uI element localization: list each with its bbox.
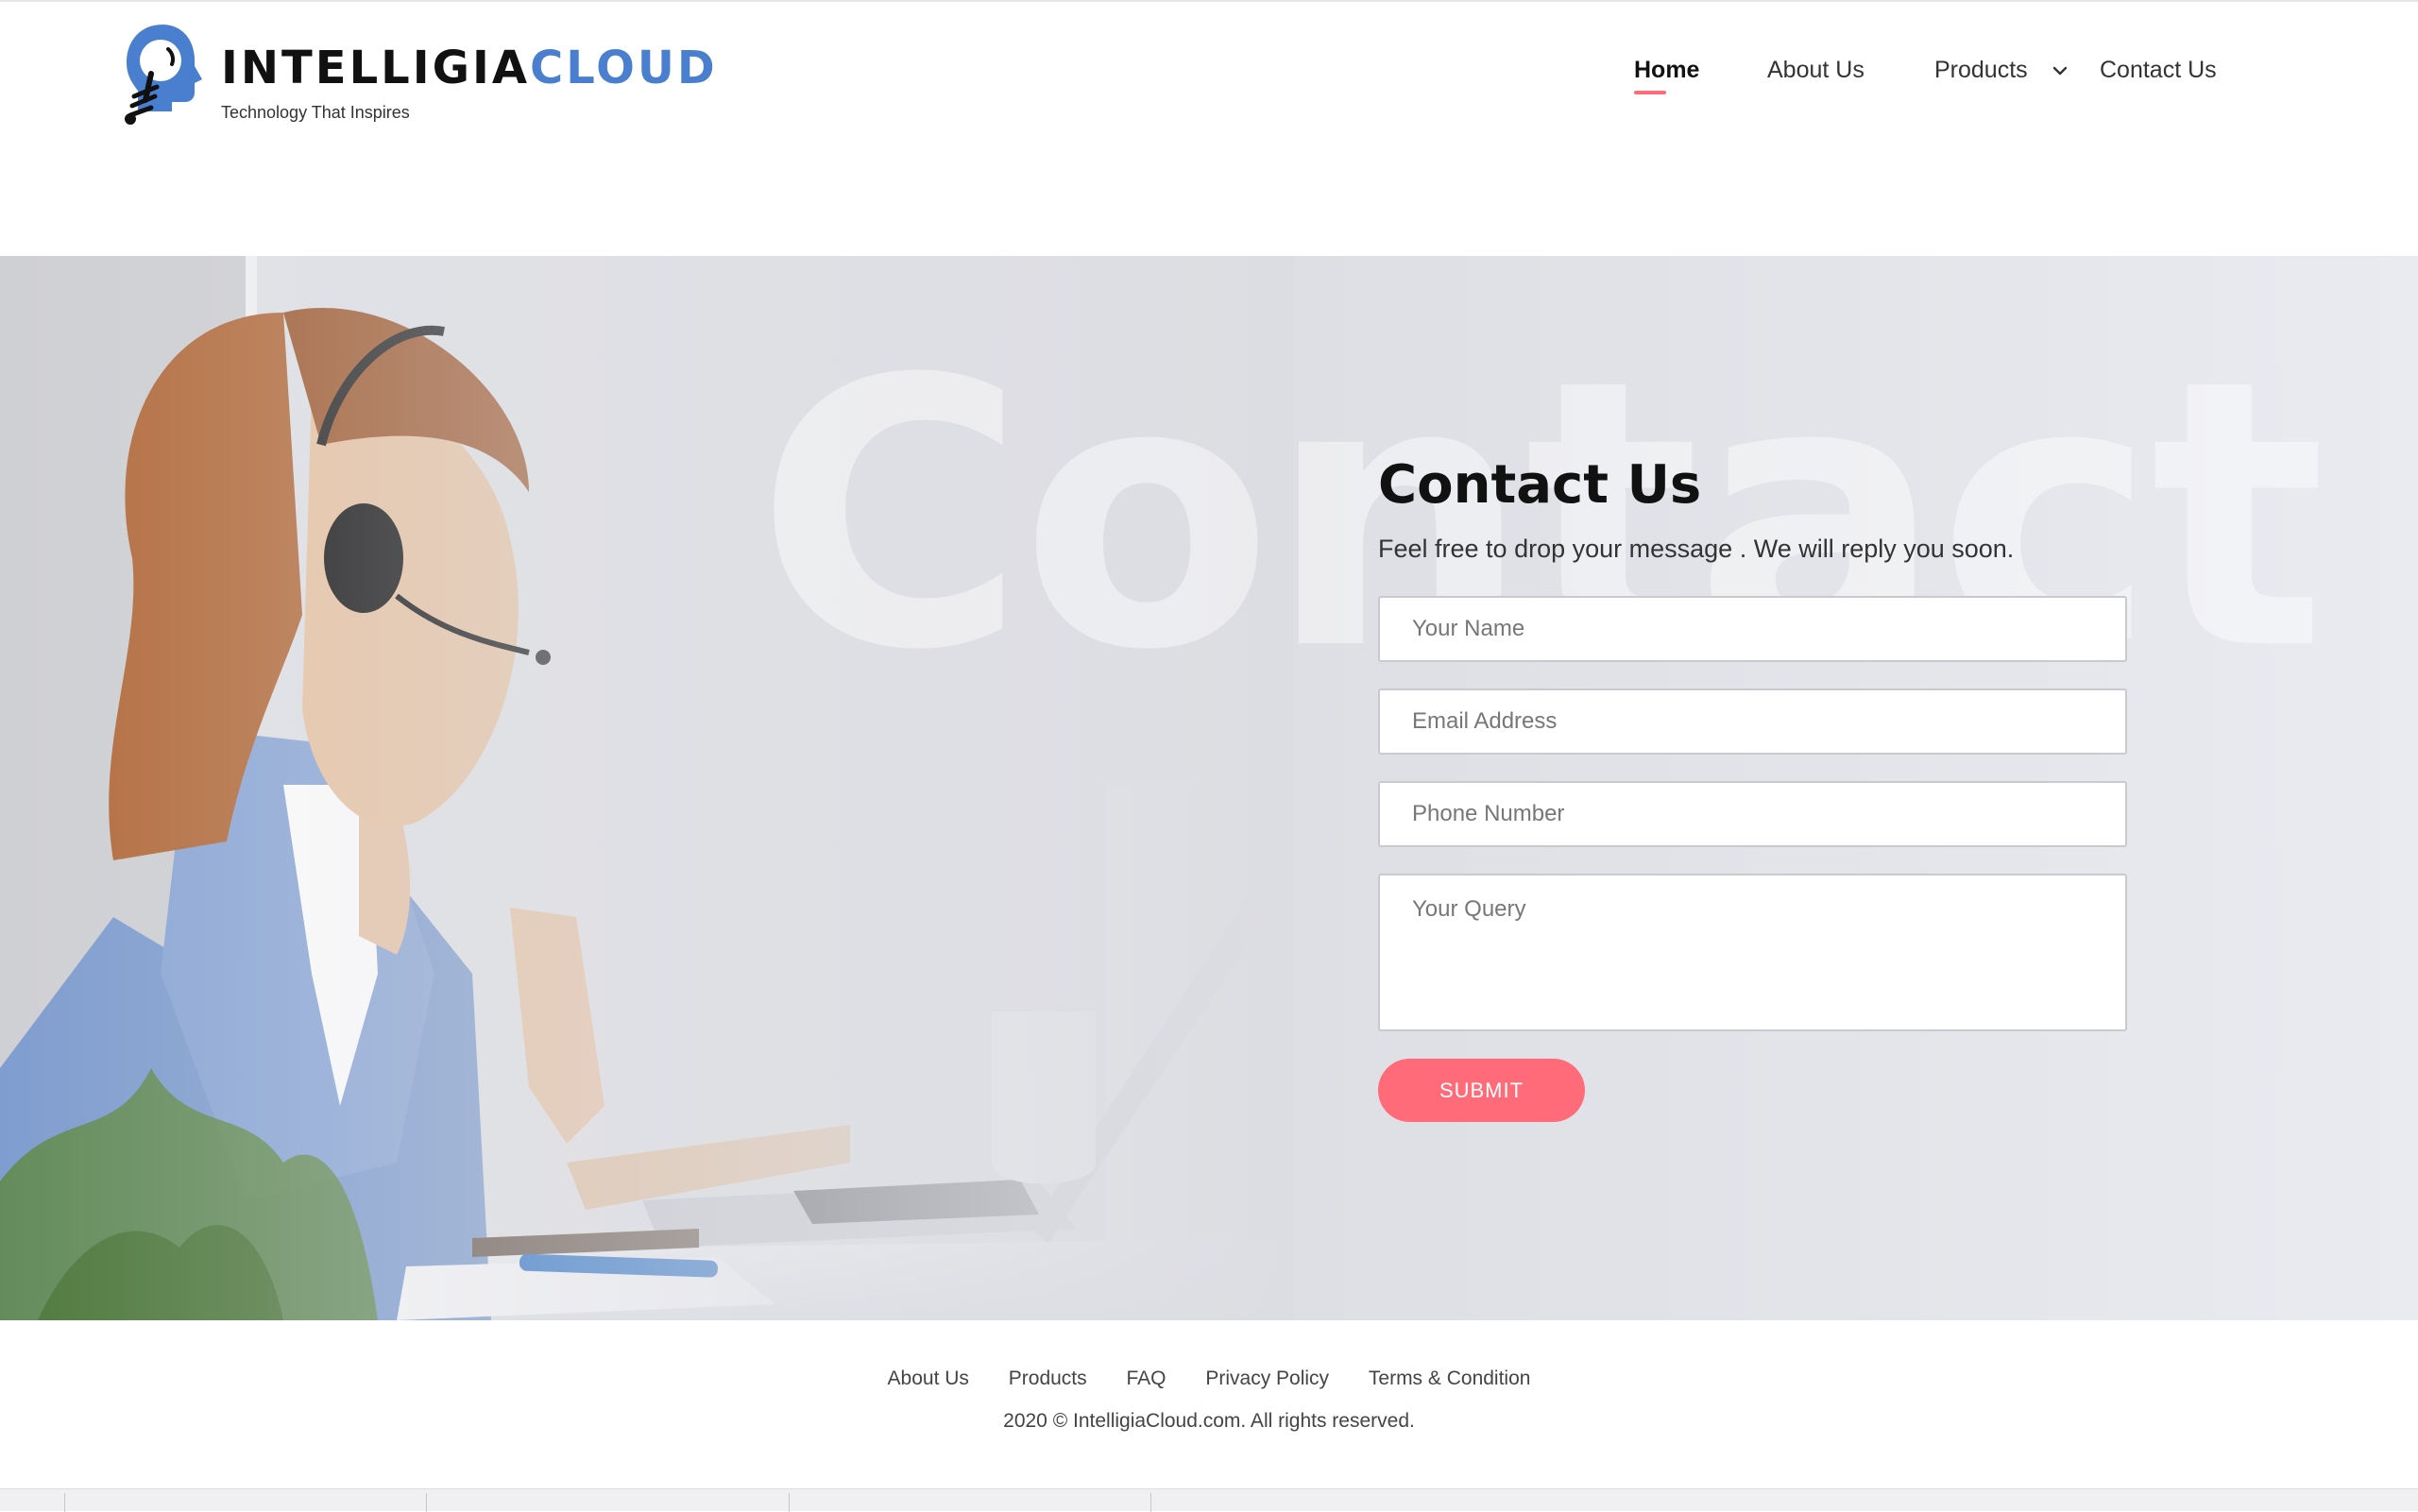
nav-item-about-us[interactable]: About Us [1767,57,1865,84]
contact-subtitle: Feel free to drop your message . We will… [1378,535,2015,563]
main-nav: Home About Us Products Contact Us [0,57,2418,104]
footer-link-terms-condition[interactable]: Terms & Condition [1369,1368,1531,1390]
email-input[interactable] [1378,688,2127,755]
contact-hero: Contact Contact Us Feel free to drop you… [0,256,2418,1320]
bottom-bar-divider [64,1493,65,1512]
nav-item-home[interactable]: Home [1634,57,1700,94]
bottom-bar-divider [426,1493,427,1512]
chevron-down-icon [2052,66,2068,76]
name-input[interactable] [1378,596,2127,662]
nav-item-products[interactable]: Products [1934,57,2068,84]
nav-item-label: Products [1934,57,2028,83]
query-textarea[interactable] [1378,874,2127,1031]
nav-item-label: Home [1634,57,1700,83]
footer-link-about-us[interactable]: About Us [888,1368,969,1390]
bottom-bar-divider [1150,1493,1151,1512]
submit-button[interactable]: SUBMIT [1378,1059,1585,1122]
footer-link-products[interactable]: Products [1009,1368,1087,1390]
footer-links: About Us Products FAQ Privacy Policy Ter… [0,1368,2418,1390]
bottom-bar [0,1488,2418,1512]
contact-title: Contact Us [1378,454,1702,516]
bottom-bar-divider [789,1493,790,1512]
nav-item-label: Contact Us [2100,57,2217,83]
site-header: INTELLIGIACLOUD Technology That Inspires… [0,0,2418,256]
brand-tagline: Technology That Inspires [221,103,410,122]
footer-link-privacy-policy[interactable]: Privacy Policy [1205,1368,1329,1390]
site-footer: About Us Products FAQ Privacy Policy Ter… [0,1320,2418,1488]
phone-input[interactable] [1378,781,2127,847]
active-nav-indicator [1634,91,1666,94]
nav-item-contact-us[interactable]: Contact Us [2100,57,2217,84]
footer-link-faq[interactable]: FAQ [1126,1368,1166,1390]
copyright-text: 2020 © IntelligiaCloud.com. All rights r… [1003,1410,1415,1432]
nav-item-label: About Us [1767,57,1865,83]
